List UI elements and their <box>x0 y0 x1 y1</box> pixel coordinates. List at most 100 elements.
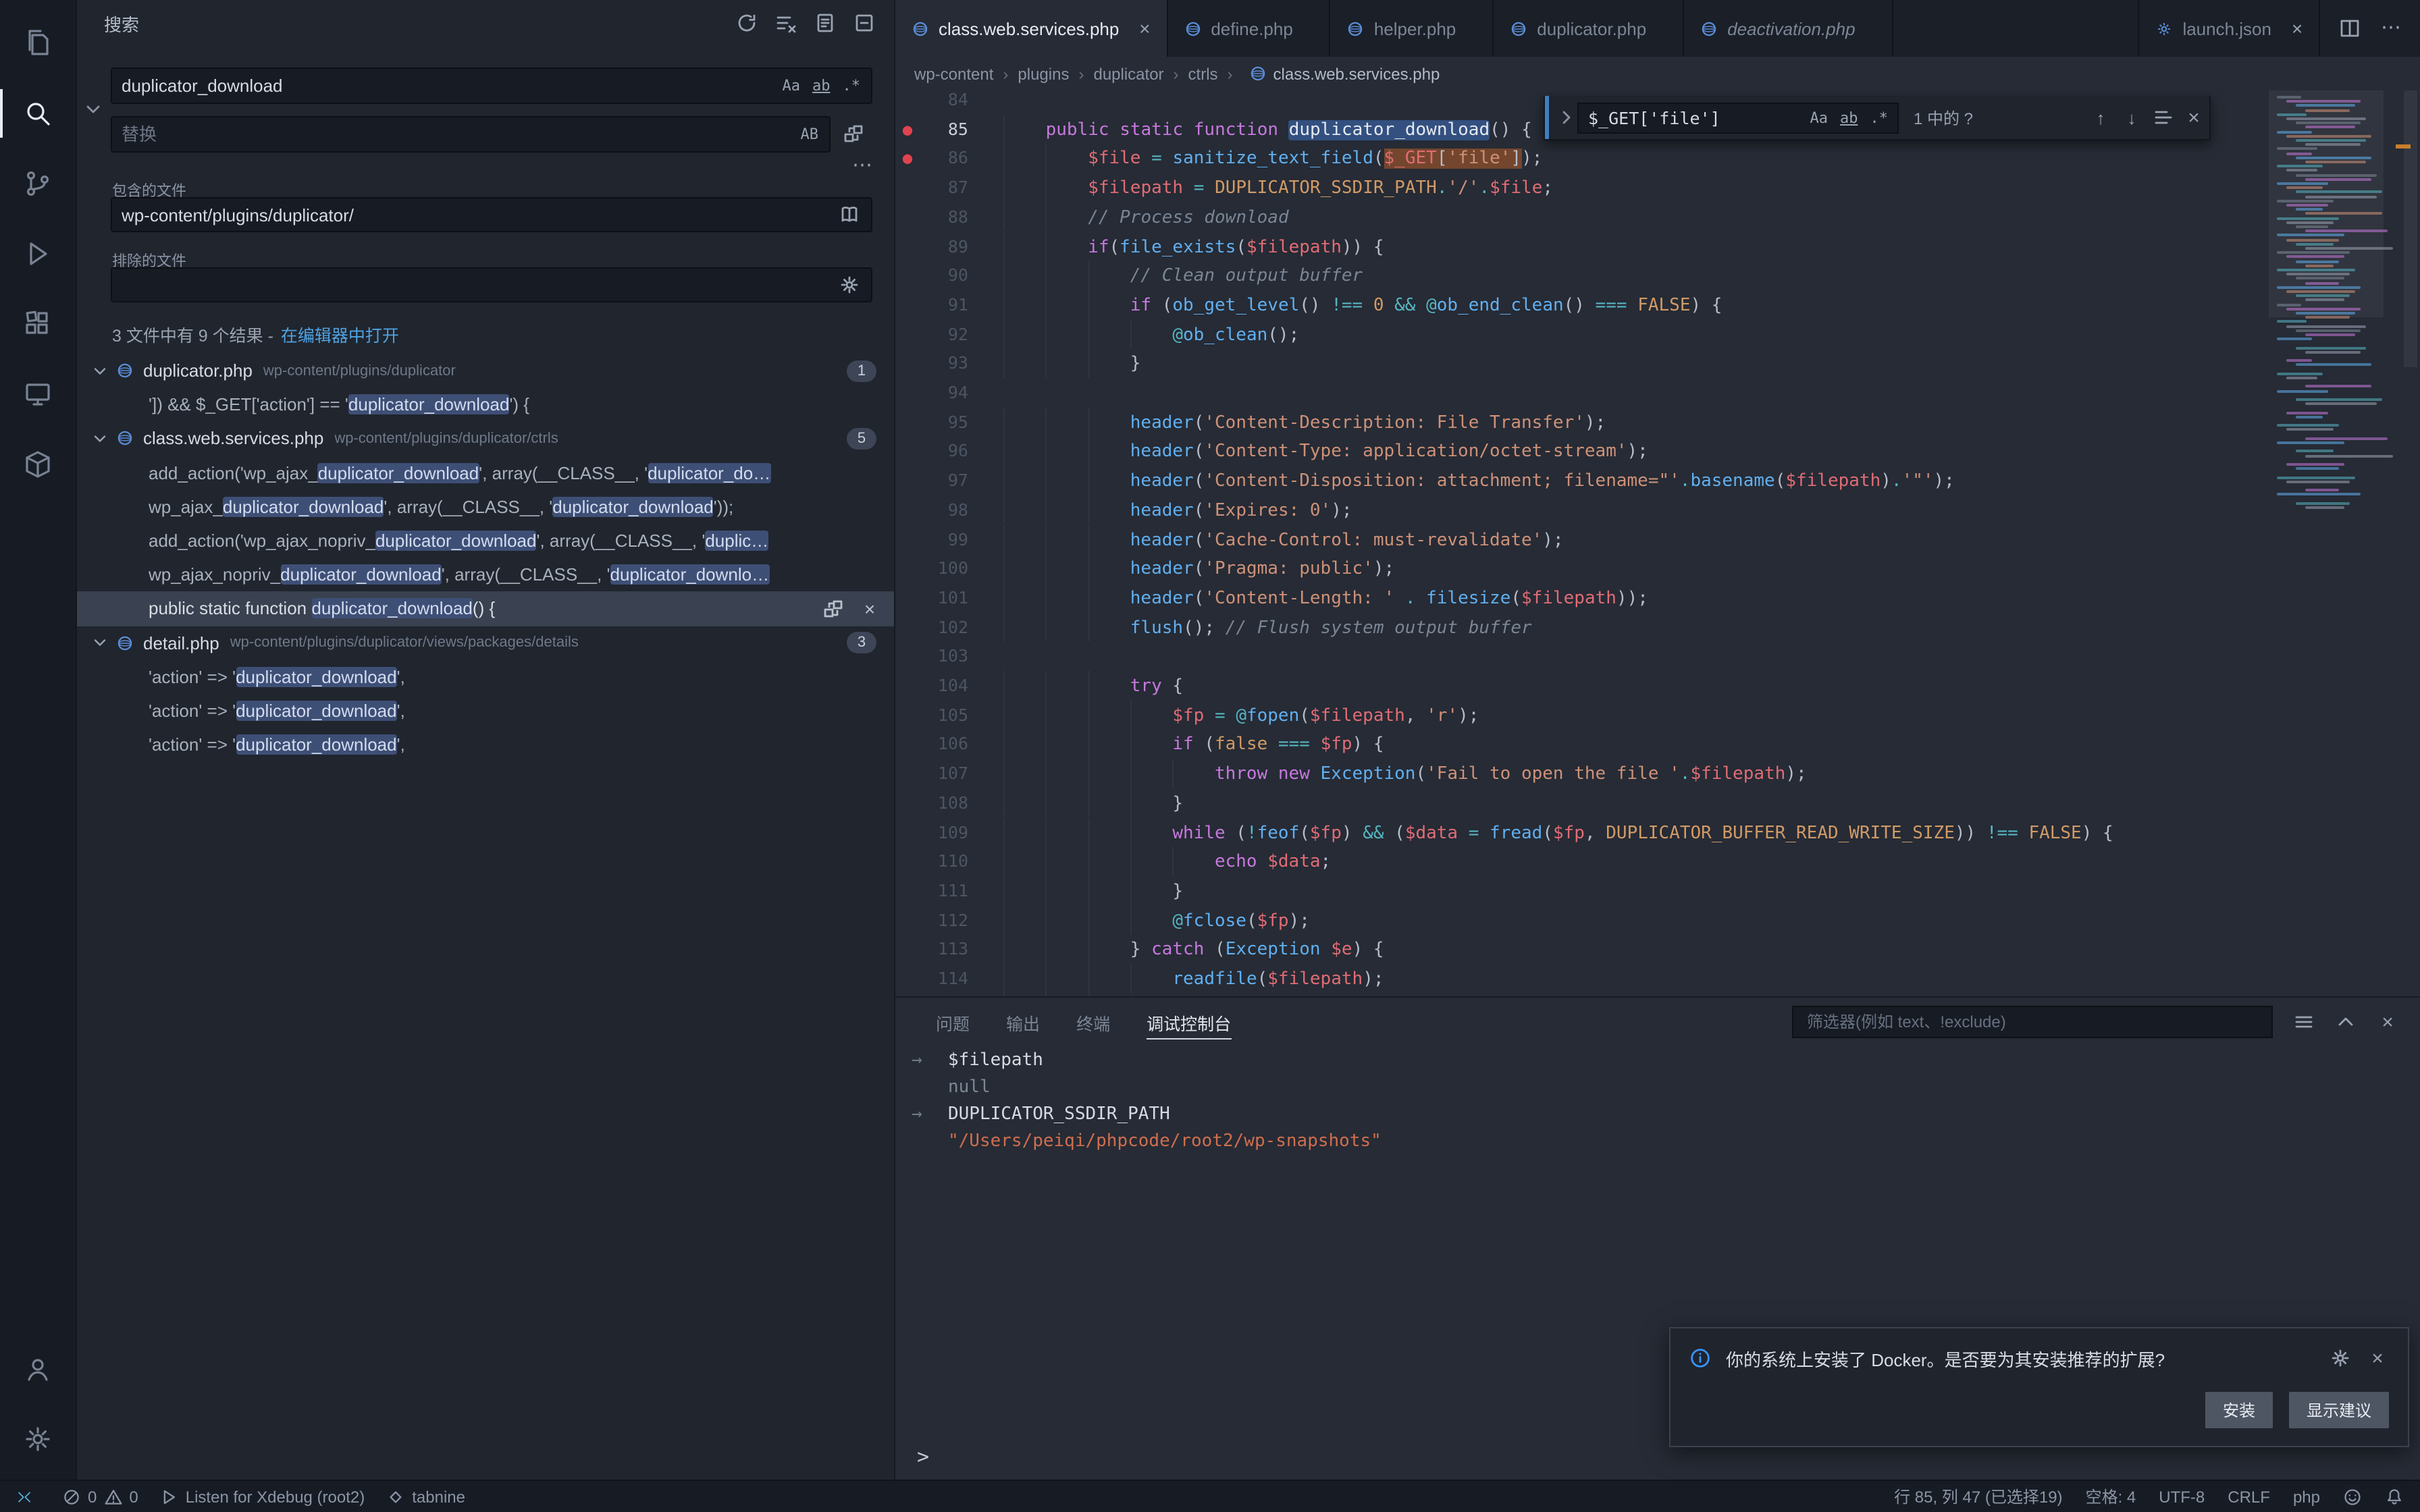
console-filter-input[interactable] <box>1804 1011 2261 1033</box>
find-whole-word-toggle[interactable]: ab <box>1836 107 1862 128</box>
breakpoint-dot[interactable]: ● <box>895 115 920 143</box>
clear-search-results-icon[interactable] <box>775 12 797 34</box>
source-control-icon[interactable] <box>0 148 76 219</box>
find-match-case-toggle[interactable]: Aa <box>1806 107 1833 128</box>
find-widget-sash[interactable] <box>1545 96 1549 139</box>
toggle-search-details-icon[interactable]: ⋯ <box>852 157 872 176</box>
close-panel-icon[interactable]: × <box>2377 1011 2398 1033</box>
files-icon[interactable] <box>0 8 76 78</box>
search-match-row[interactable]: 'action' => 'duplicator_download', <box>77 659 894 693</box>
chevron-down-icon[interactable] <box>90 361 109 380</box>
search-match-row[interactable]: wp_ajax_duplicator_download', array(__CL… <box>77 490 894 524</box>
breadcrumb-item[interactable]: wp-content <box>914 64 993 83</box>
search-file-row[interactable]: class.web.services.phpwp-content/plugins… <box>77 422 894 456</box>
tab-class.web.services.php[interactable]: class.web.services.php× <box>895 0 1167 57</box>
chevron-down-icon[interactable] <box>90 429 109 448</box>
panel-tab-output[interactable]: 输出 <box>1006 998 1040 1046</box>
code-editor[interactable]: 84●85public static function duplicator_d… <box>895 90 2420 996</box>
search-file-row[interactable]: duplicator.phpwp-content/plugins/duplica… <box>77 354 894 387</box>
notifications-bell-icon[interactable] <box>2385 1487 2404 1506</box>
dismiss-match-icon[interactable]: × <box>859 598 880 620</box>
split-editor-icon[interactable] <box>2339 18 2361 39</box>
panel-tab-problems[interactable]: 问题 <box>936 998 970 1046</box>
remote-explorer-icon[interactable] <box>0 359 76 429</box>
toggle-replace-icon[interactable] <box>82 99 104 120</box>
exclude-settings-gear-icon[interactable] <box>835 273 864 297</box>
notification-close-icon[interactable]: × <box>2366 1347 2389 1370</box>
search-file-row[interactable]: detail.phpwp-content/plugins/duplicator/… <box>77 626 894 659</box>
files-exclude-input[interactable] <box>119 273 831 296</box>
panel-menu-icon[interactable] <box>2293 1011 2315 1033</box>
search-match-row[interactable]: 'action' => 'duplicator_download', <box>77 728 894 761</box>
run-debug-icon[interactable] <box>0 219 76 289</box>
maximize-panel-icon[interactable] <box>2335 1011 2357 1033</box>
book-icon[interactable] <box>835 202 864 227</box>
toggle-replace-chevron-icon[interactable] <box>1554 107 1577 128</box>
panel-tab-terminal[interactable]: 终端 <box>1076 998 1110 1046</box>
replace-match-icon[interactable] <box>822 598 844 620</box>
search-match-row[interactable]: public static function duplicator_downlo… <box>77 592 894 626</box>
chevron-down-icon[interactable] <box>90 633 109 652</box>
replace-all-icon[interactable] <box>843 123 867 147</box>
next-match-icon[interactable]: ↓ <box>2116 102 2147 133</box>
extensions-icon[interactable] <box>0 289 76 359</box>
search-icon[interactable] <box>0 78 76 148</box>
regex-toggle[interactable]: .* <box>839 76 865 96</box>
package-icon[interactable] <box>0 429 76 500</box>
tab-duplicator.php[interactable]: duplicator.php <box>1494 0 1684 57</box>
feedback-icon[interactable] <box>2343 1487 2362 1506</box>
problems-status[interactable]: 0 0 <box>62 1487 138 1506</box>
settings-gear-icon[interactable] <box>0 1404 76 1474</box>
breadcrumb-item[interactable]: class.web.services.php <box>1242 64 1440 83</box>
search-match-row[interactable]: add_action('wp_ajax_nopriv_duplicator_do… <box>77 524 894 558</box>
refresh-icon[interactable] <box>736 12 758 34</box>
notification-gear-icon[interactable] <box>2330 1347 2352 1370</box>
editor-scrollbar[interactable] <box>2384 90 2420 996</box>
find-regex-toggle[interactable]: .* <box>1866 107 1893 128</box>
search-match-row[interactable]: wp_ajax_nopriv_duplicator_download', arr… <box>77 558 894 591</box>
search-match-row[interactable]: ']) && $_GET['action'] == 'duplicator_do… <box>77 387 894 421</box>
find-input-box[interactable]: $_GET['file'] Aa ab .* <box>1577 102 1899 133</box>
files-include-input[interactable] <box>119 203 831 226</box>
install-button[interactable]: 安装 <box>2205 1392 2273 1428</box>
breadcrumb-item[interactable]: duplicator <box>1093 64 1163 83</box>
breadcrumb-item[interactable]: ctrls <box>1188 64 1218 83</box>
xdebug-status[interactable]: Listen for Xdebug (root2) <box>160 1487 365 1506</box>
open-in-editor-link[interactable]: 在编辑器中打开 <box>281 327 399 346</box>
console-prompt-chevron[interactable]: > <box>917 1444 929 1469</box>
close-find-icon[interactable]: × <box>2178 102 2209 133</box>
more-actions-icon[interactable]: ⋯ <box>2381 18 2401 39</box>
encoding-status[interactable]: UTF-8 <box>2159 1487 2205 1506</box>
cursor-position[interactable]: 行 85, 列 47 (已选择19) <box>1894 1485 2062 1508</box>
minimap[interactable] <box>2269 90 2384 996</box>
find-in-selection-icon[interactable] <box>2147 102 2178 133</box>
tab-close-icon[interactable]: × <box>2288 18 2307 39</box>
search-input[interactable] <box>119 74 774 97</box>
find-query[interactable]: $_GET['file'] <box>1588 107 1802 128</box>
search-match-row[interactable]: 'action' => 'duplicator_download', <box>77 694 894 728</box>
breakpoint-dot[interactable]: ● <box>895 145 920 173</box>
panel-tab-debug-console[interactable]: 调试控制台 <box>1147 998 1231 1046</box>
tab-launch.json[interactable]: launch.json× <box>2138 0 2320 57</box>
match-case-toggle[interactable]: Aa <box>779 76 805 96</box>
collapse-all-icon[interactable] <box>853 12 875 34</box>
account-icon[interactable] <box>0 1334 76 1404</box>
show-recommendations-button[interactable]: 显示建议 <box>2289 1392 2389 1428</box>
tabnine-status[interactable]: tabnine <box>386 1487 465 1506</box>
language-mode[interactable]: php <box>2293 1487 2320 1506</box>
whole-word-toggle[interactable]: ab <box>808 76 835 96</box>
breadcrumb-item[interactable]: plugins <box>1018 64 1069 83</box>
replace-input[interactable] <box>119 123 793 146</box>
preserve-case-toggle[interactable]: AB <box>797 124 823 144</box>
previous-match-icon[interactable]: ↑ <box>2085 102 2116 133</box>
search-match-row[interactable]: add_action('wp_ajax_duplicator_download'… <box>77 456 894 489</box>
tab-define.php[interactable]: define.php <box>1167 0 1330 57</box>
remote-indicator[interactable] <box>8 1486 41 1507</box>
eol-status[interactable]: CRLF <box>2228 1487 2270 1506</box>
tab-deactivation.php[interactable]: deactivation.php <box>1684 0 1893 57</box>
scrollbar-thumb[interactable] <box>2404 90 2417 367</box>
tab-helper.php[interactable]: helper.php <box>1331 0 1494 57</box>
open-new-search-editor-icon[interactable] <box>814 12 836 34</box>
indentation-status[interactable]: 空格: 4 <box>2086 1485 2136 1508</box>
tab-close-icon[interactable]: × <box>1135 18 1154 39</box>
